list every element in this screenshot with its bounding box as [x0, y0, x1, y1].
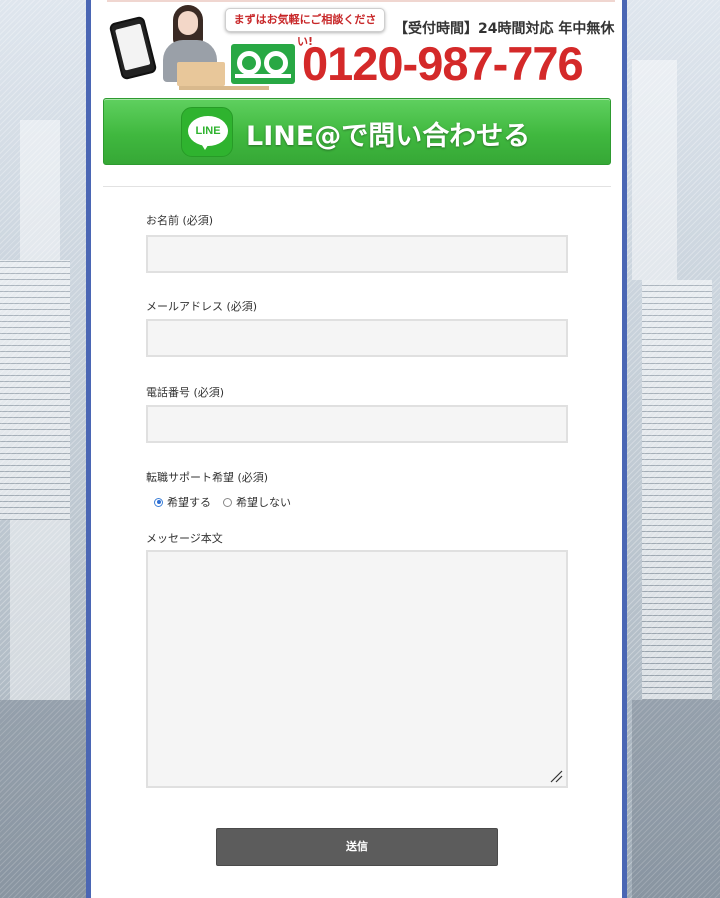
phone-number[interactable]: 0120-987-776 — [302, 36, 584, 91]
message-label: メッセージ本文 — [146, 532, 223, 545]
contact-banner[interactable]: まずはお気軽にご相談ください! 【受付時間】24時間対応 年中無休 0120-9… — [107, 0, 615, 92]
line-button-label: LINE@で問い合わせる — [246, 121, 531, 152]
radio-unchecked-icon[interactable] — [223, 497, 232, 507]
name-input[interactable] — [146, 235, 568, 273]
consultation-bubble: まずはお気軽にご相談ください! — [225, 8, 385, 48]
support-option-no-label: 希望しない — [236, 496, 291, 509]
phone-label: 電話番号 (必須) — [146, 386, 225, 399]
support-label: 転職サポート希望 (必須) — [146, 471, 269, 484]
line-icon: LINE — [181, 107, 233, 157]
support-option-yes-label: 希望する — [167, 496, 211, 509]
email-input[interactable] — [146, 319, 568, 357]
message-textarea[interactable] — [146, 550, 568, 788]
resize-handle-icon[interactable] — [549, 769, 563, 783]
operator-illustration — [151, 2, 269, 92]
support-option-no[interactable]: 希望しない — [223, 494, 291, 510]
freedial-icon — [231, 44, 295, 84]
submit-button[interactable]: 送信 — [216, 828, 498, 866]
support-radio-group: 希望する 希望しない — [154, 494, 303, 510]
support-option-yes[interactable]: 希望する — [154, 494, 211, 510]
line-contact-button[interactable]: LINE LINE@で問い合わせる — [103, 98, 611, 165]
email-label: メールアドレス (必須) — [146, 300, 258, 313]
reception-hours: 【受付時間】24時間対応 年中無休 — [394, 21, 615, 37]
name-label: お名前 (必須) — [146, 214, 214, 227]
content-frame: まずはお気軽にご相談ください! 【受付時間】24時間対応 年中無休 0120-9… — [86, 0, 627, 898]
section-divider — [103, 186, 611, 187]
radio-checked-icon[interactable] — [154, 497, 163, 507]
phone-input[interactable] — [146, 405, 568, 443]
